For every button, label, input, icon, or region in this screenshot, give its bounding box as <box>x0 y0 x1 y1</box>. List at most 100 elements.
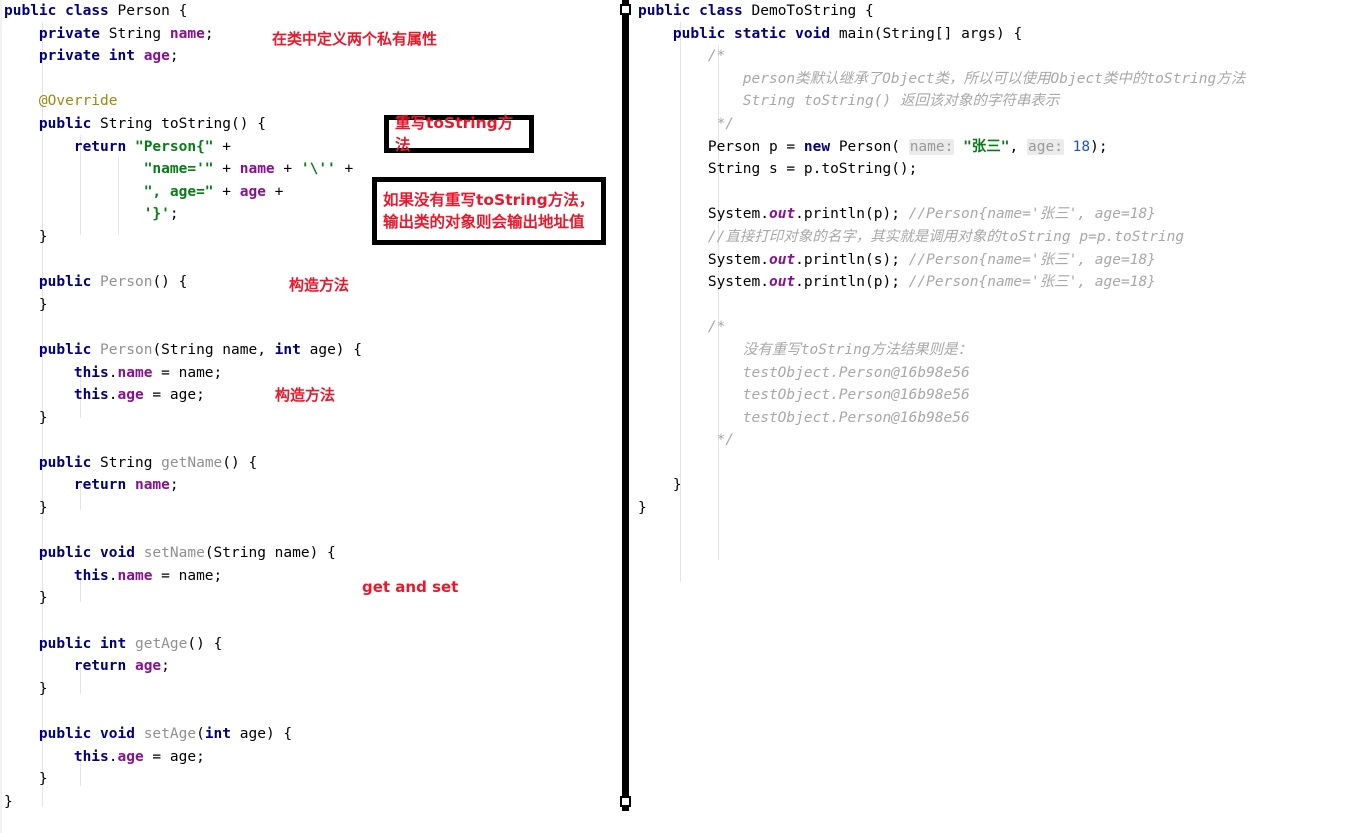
annotation-no-override-address-text: 如果没有重写toString方法， 输出类的对象则会输出地址值 <box>383 190 595 231</box>
code-line-right: /* <box>638 316 1245 339</box>
code-token: age <box>300 341 336 358</box>
code-token: age <box>117 387 144 404</box>
annotation-get-and-set: get and set <box>362 578 459 596</box>
code-token: . <box>108 567 118 584</box>
code-token: + <box>213 161 240 178</box>
code-token: } <box>4 409 48 426</box>
code-token: testObject.Person@16b98e56 <box>742 364 970 381</box>
code-token: ; <box>169 206 179 223</box>
code-token: return <box>73 477 127 494</box>
code-token: . <box>760 206 769 223</box>
vertical-black-splitter[interactable] <box>620 0 631 811</box>
code-token: System <box>707 206 761 223</box>
code-token: Person <box>100 274 153 291</box>
code-token: public <box>38 635 92 652</box>
code-token: private <box>38 25 101 42</box>
code-token: = age; <box>143 748 205 765</box>
code-token: void <box>795 25 831 42</box>
code-token: + <box>274 161 301 178</box>
code-line-left: ", age=" + age + <box>4 181 362 204</box>
code-token: } <box>4 296 48 313</box>
code-token: .println(p); <box>795 274 909 291</box>
code-token: String <box>100 115 153 132</box>
code-line-right: */ <box>638 113 1245 136</box>
code-token: , <box>1009 138 1028 155</box>
code-token: public <box>38 341 92 358</box>
code-line-left: this.name = name; <box>4 362 362 385</box>
code-token: ) { <box>265 726 293 742</box>
code-line-left: this.age = age; <box>4 746 362 769</box>
code-line-right: testObject.Person@16b98e56 <box>638 362 1245 385</box>
code-token: setAge <box>143 726 197 742</box>
code-line-left <box>4 700 362 723</box>
code-token: { <box>169 3 188 19</box>
code-token: getName <box>161 454 223 471</box>
code-line-left: "name='" + name + '\'' + <box>4 158 362 181</box>
code-token: age <box>134 658 162 675</box>
left-code-text[interactable]: public class Person { private String nam… <box>4 0 362 813</box>
code-line-left: } <box>4 587 362 610</box>
code-token: + <box>265 183 284 200</box>
code-line-left: public String getName() { <box>4 452 362 475</box>
code-token: return <box>73 138 127 155</box>
code-line-left: return name; <box>4 474 362 497</box>
code-token: ) { <box>335 341 362 358</box>
code-token: "Person{" <box>134 138 214 155</box>
code-token: public <box>38 545 92 562</box>
code-token: //Person{name='张三', age=18} <box>908 251 1156 268</box>
code-token: private <box>38 48 101 65</box>
code-line-right: public static void main(String[] args) { <box>638 23 1245 46</box>
code-line-left: '}'; <box>4 203 362 226</box>
right-code-text[interactable]: public class DemoToString { public stati… <box>638 0 1245 520</box>
code-token: int <box>108 48 135 65</box>
splitter-top-handle[interactable] <box>620 4 631 15</box>
code-token: = name; <box>152 567 223 584</box>
code-line-right <box>638 294 1245 317</box>
code-line-right: 没有重写toString方法结果则是： <box>638 339 1245 362</box>
code-token: name: <box>908 138 955 155</box>
code-token: setName <box>143 545 205 562</box>
code-token: + <box>213 138 232 155</box>
code-token: . <box>760 274 769 291</box>
code-token: [] args) { <box>934 25 1023 42</box>
code-token: class <box>699 3 743 19</box>
code-token: testObject.Person@16b98e56 <box>742 409 970 426</box>
code-token: 没有重写toString方法结果则是： <box>742 341 973 358</box>
code-token: } <box>4 590 48 607</box>
code-line-left: this.name = name; <box>4 565 362 588</box>
code-token: . <box>760 251 769 268</box>
code-line-left: public int getAge() { <box>4 633 362 656</box>
code-token: { <box>856 3 874 19</box>
code-token: s = p. <box>760 161 822 178</box>
code-token: public <box>38 726 92 742</box>
code-line-right: String s = p.toString(); <box>638 158 1245 181</box>
right-editor-pane[interactable]: public class DemoToString { public stati… <box>634 0 1369 833</box>
splitter-bottom-handle[interactable] <box>620 796 631 807</box>
code-token: return <box>73 658 127 675</box>
code-line-left <box>4 68 362 91</box>
code-token: testObject.Person@16b98e56 <box>742 387 970 404</box>
code-line-right: */ <box>638 429 1245 452</box>
